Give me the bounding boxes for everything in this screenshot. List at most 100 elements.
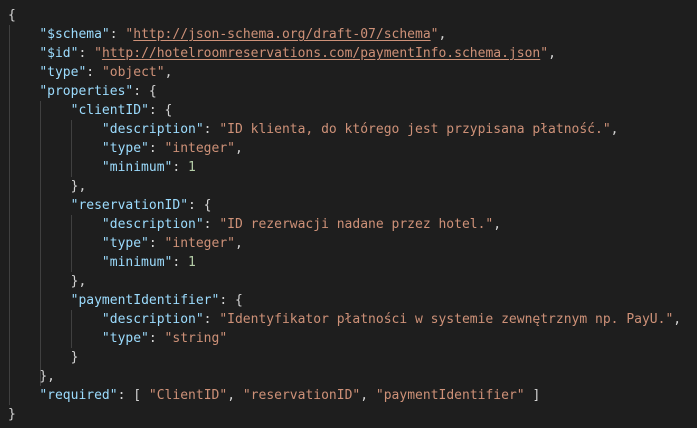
punctuation: , — [548, 46, 556, 61]
string-value: "ID rezerwacji nadane przez hotel." — [219, 217, 494, 232]
json-key: "description" — [101, 122, 204, 137]
json-key: "$id" — [39, 46, 79, 61]
code-line[interactable]: "$id": "http://hotelroomreservations.com… — [8, 44, 681, 63]
punctuation: , — [360, 388, 376, 403]
json-key: "type" — [101, 236, 149, 251]
code-line[interactable]: } — [8, 405, 681, 424]
punctuation: , — [610, 122, 619, 137]
code-line[interactable]: "clientID": { — [8, 101, 681, 120]
json-key: "type" — [101, 331, 149, 346]
json-key: "description" — [101, 217, 204, 232]
code-line[interactable]: "properties": { — [8, 82, 681, 101]
string-value: "integer" — [164, 141, 235, 156]
punctuation: , — [673, 312, 682, 327]
code-line[interactable]: "$schema": "http://json-schema.org/draft… — [8, 25, 681, 44]
string-value: "reservationID" — [242, 388, 361, 403]
punctuation: , — [164, 65, 173, 80]
string-value: "string" — [164, 331, 228, 346]
code-editor[interactable]: { "$schema": "http://json-schema.org/dra… — [0, 0, 697, 428]
json-key: "type" — [39, 65, 87, 80]
code-line[interactable]: }, — [8, 367, 681, 386]
json-key: "$schema" — [39, 27, 110, 42]
punctuation: ] — [524, 388, 541, 403]
string-value: "ID klienta, do którego jest przypisana … — [219, 122, 611, 137]
punctuation: , — [438, 27, 447, 42]
json-key: "description" — [101, 312, 204, 327]
code-line[interactable]: "paymentIdentifier": { — [8, 291, 681, 310]
code-line[interactable]: "minimum": 1 — [8, 158, 681, 177]
string-value: "ClientID" — [148, 388, 228, 403]
string-value: "integer" — [164, 236, 235, 251]
punctuation: : — [148, 331, 165, 346]
punctuation: : — [172, 255, 189, 270]
string-value: "object" — [101, 65, 165, 80]
code-line[interactable]: }, — [8, 272, 681, 291]
punctuation: : { — [188, 198, 212, 213]
punctuation: : — [86, 65, 102, 80]
code-line[interactable]: "required": [ "ClientID", "reservationID… — [8, 386, 681, 405]
code-line[interactable]: { — [8, 6, 681, 25]
string-value: " — [430, 27, 439, 42]
punctuation: } — [70, 350, 79, 365]
code-line[interactable]: "minimum": 1 — [8, 253, 681, 272]
string-value: "paymentIdentifier" — [375, 388, 525, 403]
punctuation: : — [203, 217, 220, 232]
code-lines: { "$schema": "http://json-schema.org/dra… — [8, 6, 681, 424]
json-key: "properties" — [39, 84, 134, 99]
punctuation: , — [227, 388, 243, 403]
punctuation: }, — [70, 274, 87, 289]
code-line[interactable]: } — [8, 348, 681, 367]
code-line[interactable]: "description": "Identyfikator płatności … — [8, 310, 681, 329]
punctuation: , — [235, 141, 243, 156]
url-link[interactable]: http://hotelroomreservations.com/payment… — [102, 46, 540, 61]
punctuation: : — [148, 141, 165, 156]
code-line[interactable]: "type": "object", — [8, 63, 681, 82]
string-value: "Identyfikator płatności w systemie zewn… — [219, 312, 674, 327]
punctuation: } — [8, 407, 16, 422]
punctuation: : — [148, 236, 165, 251]
code-line[interactable]: "description": "ID klienta, do którego j… — [8, 120, 681, 139]
string-value: " — [94, 46, 102, 61]
code-line[interactable]: "type": "integer", — [8, 234, 681, 253]
punctuation: { — [8, 8, 16, 23]
url-link[interactable]: http://json-schema.org/draft-07/schema — [133, 27, 430, 42]
punctuation: : — [203, 122, 220, 137]
punctuation: }, — [39, 369, 55, 384]
number-value: 1 — [188, 160, 196, 175]
code-line[interactable]: "reservationID": { — [8, 196, 681, 215]
punctuation: : { — [133, 84, 157, 99]
punctuation: : — [109, 27, 126, 42]
punctuation: : { — [219, 293, 243, 308]
json-key: "minimum" — [101, 160, 173, 175]
string-value: " — [540, 46, 549, 61]
punctuation: : — [203, 312, 220, 327]
code-line[interactable]: "type": "string" — [8, 329, 681, 348]
punctuation: : { — [148, 103, 173, 118]
json-key: "minimum" — [101, 255, 173, 270]
punctuation: : — [172, 160, 189, 175]
code-line[interactable]: "type": "integer", — [8, 139, 681, 158]
punctuation: , — [235, 236, 243, 251]
json-key: "clientID" — [70, 103, 149, 118]
code-line[interactable]: }, — [8, 177, 681, 196]
punctuation: : — [78, 46, 95, 61]
json-key: "paymentIdentifier" — [70, 293, 220, 308]
code-line[interactable]: "description": "ID rezerwacji nadane prz… — [8, 215, 681, 234]
